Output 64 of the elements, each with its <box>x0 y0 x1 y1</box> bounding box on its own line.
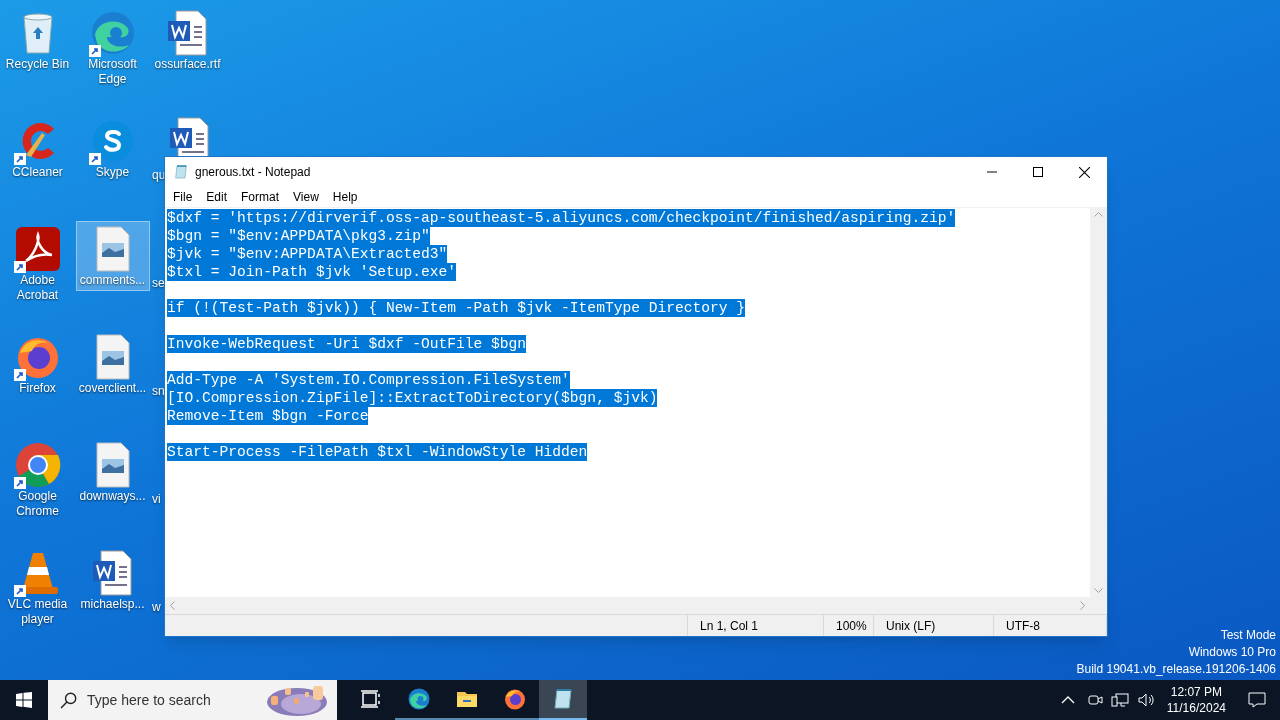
os-watermark-text: Windows 10 Pro <box>1188 644 1276 661</box>
status-field: Ln 1, Col 1 <box>688 615 824 636</box>
search-field[interactable]: Type here to search <box>48 680 337 720</box>
camera-icon[interactable] <box>1086 692 1103 708</box>
desktop-icon[interactable]: Google Chrome <box>0 437 75 522</box>
clock[interactable]: 12:07 PM 11/16/2024 <box>1166 684 1226 716</box>
desktop-icon-label: Microsoft Edge <box>87 57 138 87</box>
desktop-icon-label: vi <box>152 492 161 507</box>
maximize-icon <box>1033 167 1043 177</box>
desktop-icon-label: Google Chrome <box>15 489 60 519</box>
clock-time: 12:07 PM <box>1170 684 1223 700</box>
close-icon <box>1078 166 1090 178</box>
desktop-icon-label: se <box>152 276 165 291</box>
menu-item[interactable]: File <box>166 188 200 206</box>
windows-logo-icon <box>16 692 32 708</box>
desktop-icon[interactable]: CCleaner <box>0 113 75 183</box>
notepad-icon <box>173 164 189 180</box>
desktop-icon-label: comments... <box>79 273 146 288</box>
chrome-icon <box>13 441 62 489</box>
desktop-icon[interactable]: ossurface.rtf <box>150 5 225 75</box>
desktop-icon-label: Recycle Bin <box>5 57 70 72</box>
desktop-icon-label: Skype <box>95 165 130 180</box>
menu-item[interactable]: Format <box>234 188 287 206</box>
menu-item[interactable]: Help <box>325 188 365 206</box>
acrobat-icon <box>13 225 62 273</box>
desktop-icon-label: michaelsp... <box>80 597 145 612</box>
notification-icon[interactable] <box>1248 692 1266 708</box>
desktop-icon[interactable]: Adobe Acrobat <box>0 221 75 306</box>
desktop-icon-label: Firefox <box>19 381 56 396</box>
clock-date: 11/16/2024 <box>1166 700 1226 716</box>
desktop-icon[interactable]: michaelsp... <box>75 545 150 615</box>
desktop-icon-label: w <box>152 600 161 615</box>
task-view-icon[interactable] <box>359 687 383 711</box>
search-icon <box>60 691 77 709</box>
desktop-icon[interactable]: VLC media player <box>0 545 75 630</box>
menu-item[interactable]: Edit <box>199 188 235 206</box>
desktop-icon-label: ossurface.rtf <box>154 57 221 72</box>
window-title: gnerous.txt - Notepad <box>195 164 311 181</box>
network-icon[interactable] <box>1110 692 1129 708</box>
desktop-icon-label: qu <box>152 168 166 183</box>
desktop-icon[interactable]: Recycle Bin <box>0 5 75 75</box>
status-field: Unix (LF) <box>874 615 994 636</box>
status-field: UTF-8 <box>994 615 1107 636</box>
chevron-up-icon[interactable] <box>1060 696 1075 704</box>
os-watermark-text: Test Mode <box>1220 627 1276 644</box>
os-watermark-text: Build 19041.vb_release.191206-1406 <box>1076 661 1276 678</box>
desktop-icon-label: downways... <box>79 489 146 504</box>
volume-icon[interactable] <box>1136 692 1155 708</box>
desktop-icon-label: CCleaner <box>12 165 63 180</box>
desktop-icon[interactable]: Firefox <box>0 329 75 399</box>
menu-item[interactable]: View <box>286 188 326 206</box>
desktop-icon-label: coverclient... <box>78 381 147 396</box>
desktop-icon[interactable]: coverclient... <box>75 329 150 399</box>
desktop-icon[interactable]: Microsoft Edge <box>75 5 150 90</box>
desktop-icon-label: Adobe Acrobat <box>15 273 60 303</box>
status-field: 100% <box>824 615 874 636</box>
desktop-icon-label: sn <box>152 384 165 399</box>
desktop-icon[interactable]: comments... <box>75 221 150 291</box>
search-input[interactable]: Type here to search <box>87 689 247 711</box>
desktop-icon[interactable]: Skype <box>75 113 150 183</box>
notepad-icon[interactable] <box>551 687 575 711</box>
taskbar-button[interactable] <box>539 680 587 720</box>
desktop-icon[interactable]: downways... <box>75 437 150 507</box>
desktop-icon-label: VLC media player <box>6 597 69 627</box>
